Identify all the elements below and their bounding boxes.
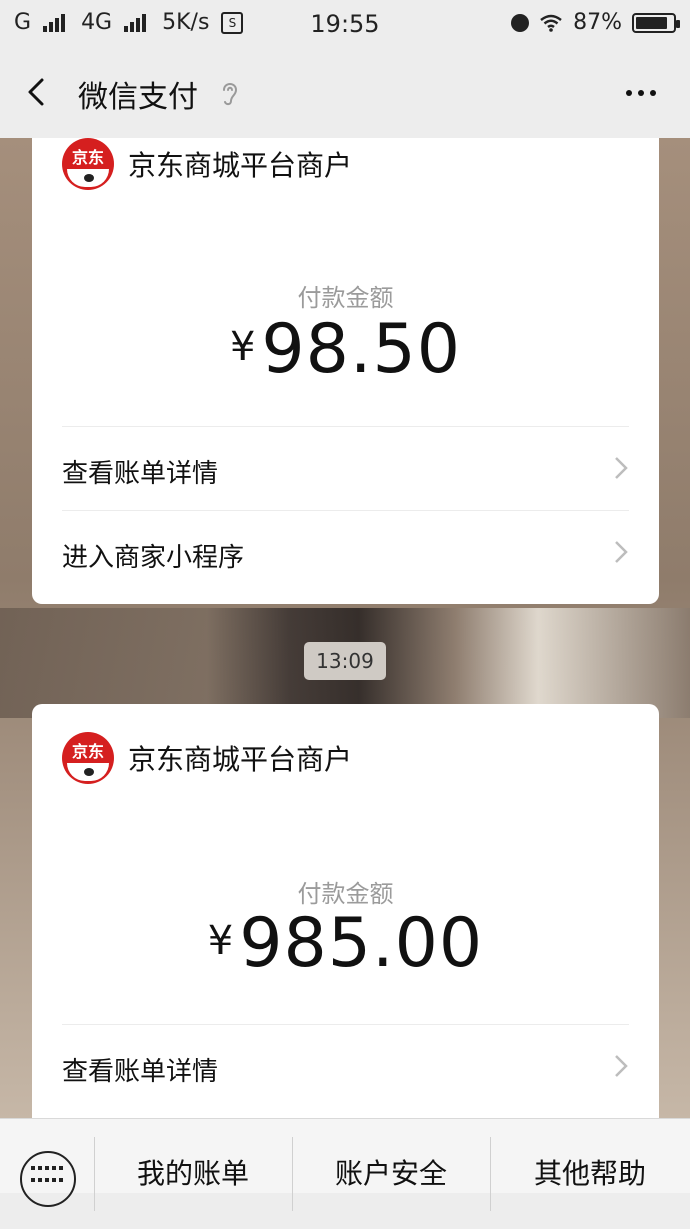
merchant-name: 京东商城平台商户	[128, 743, 353, 776]
merchant-header: 京东 京东商城平台商户	[62, 732, 352, 784]
merchant-header: 京东 京东商城平台商户	[62, 138, 352, 190]
menu-account-security[interactable]: 账户安全	[292, 1119, 490, 1193]
view-bill-details-row[interactable]: 查看账单详情	[62, 426, 629, 511]
payment-amount: ¥985.00	[32, 904, 659, 983]
jd-logo-icon: 京东	[62, 732, 114, 784]
merchant-name: 京东商城平台商户	[128, 149, 353, 182]
nav-bar: 微信支付	[0, 48, 690, 138]
menu-other-help[interactable]: 其他帮助	[490, 1119, 690, 1193]
back-icon[interactable]	[20, 74, 56, 110]
alarm-icon	[511, 13, 530, 32]
row-label: 查看账单详情	[62, 459, 219, 489]
row-label: 查看账单详情	[62, 1057, 219, 1087]
chevron-right-icon	[615, 1055, 628, 1077]
message-timestamp: 13:09	[304, 642, 386, 680]
amount-value: 98.50	[261, 310, 462, 389]
payment-amount: ¥98.50	[32, 310, 659, 389]
row-label: 进入商家小程序	[62, 543, 245, 573]
menu-my-bills[interactable]: 我的账单	[94, 1119, 292, 1193]
page-title: 微信支付	[78, 80, 198, 115]
bottom-menu-bar: 我的账单 账户安全 其他帮助	[0, 1118, 690, 1211]
logo-text: 京东	[71, 742, 104, 761]
amount-value: 985.00	[239, 904, 484, 983]
battery-icon	[632, 12, 680, 33]
view-bill-details-row[interactable]: 查看账单详情	[62, 1024, 629, 1109]
enter-mini-program-row[interactable]: 进入商家小程序	[62, 510, 629, 595]
chevron-right-icon	[615, 457, 628, 479]
jd-logo-icon: 京东	[62, 138, 114, 190]
currency-symbol: ¥	[207, 918, 234, 964]
logo-text: 京东	[71, 148, 104, 167]
keyboard-icon[interactable]	[20, 1151, 76, 1207]
wifi-icon	[540, 14, 562, 32]
battery-percent: 87%	[573, 10, 622, 35]
currency-symbol: ¥	[229, 324, 256, 370]
amount-label: 付款金额	[297, 284, 394, 312]
payment-card[interactable]: 京东 京东商城平台商户 付款金额 ¥98.50 查看账单详情 进入商家小程序	[32, 138, 659, 604]
payment-card[interactable]: 京东 京东商城平台商户 付款金额 ¥985.00 查看账单详情	[32, 704, 659, 1134]
more-icon[interactable]	[626, 90, 656, 96]
status-bar: G 4G 5K/s S 19:55 87%	[0, 0, 690, 48]
chevron-right-icon	[615, 541, 628, 563]
ear-icon	[223, 83, 238, 106]
